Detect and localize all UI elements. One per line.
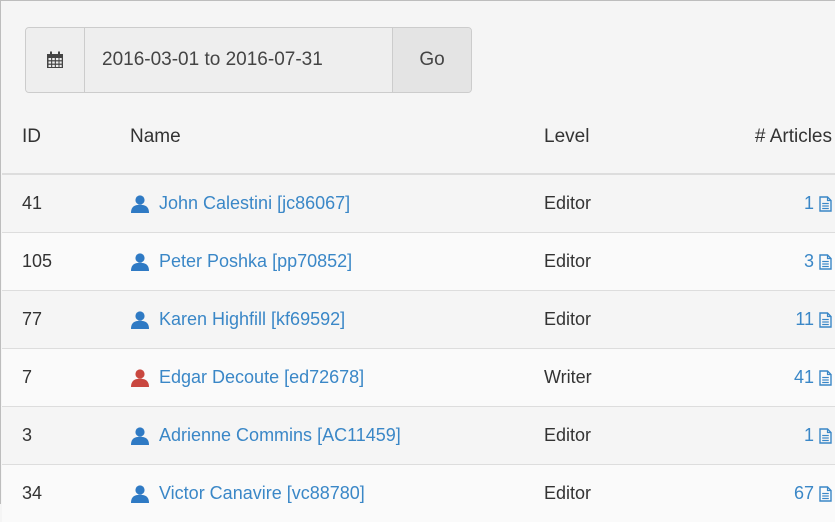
- user-icon: [130, 253, 152, 271]
- header-articles[interactable]: # Articles: [715, 101, 835, 174]
- cell-articles: 1: [715, 174, 835, 233]
- user-link[interactable]: John Calestini [jc86067]: [159, 193, 350, 214]
- cell-id: 7: [2, 349, 108, 407]
- cell-articles: 41: [715, 349, 835, 407]
- cell-level: Writer: [536, 349, 715, 407]
- cell-level: Editor: [536, 465, 715, 522]
- user-icon: [130, 195, 152, 213]
- cell-id: 77: [2, 291, 108, 349]
- document-icon[interactable]: [819, 254, 832, 270]
- cell-name: Karen Highfill [kf69592]: [108, 291, 536, 349]
- cell-articles: 11: [715, 291, 835, 349]
- header-id[interactable]: ID: [2, 101, 108, 174]
- user-link[interactable]: Karen Highfill [kf69592]: [159, 309, 345, 330]
- date-range-filter: 2016-03-01 to 2016-07-31 Go: [25, 27, 472, 93]
- cell-level: Editor: [536, 174, 715, 233]
- user-icon: [130, 485, 152, 503]
- cell-name: Peter Poshka [pp70852]: [108, 233, 536, 291]
- table-row: 34 Victor Canavire [vc88780] Editor 67: [2, 465, 835, 522]
- cell-name: Edgar Decoute [ed72678]: [108, 349, 536, 407]
- cell-id: 105: [2, 233, 108, 291]
- cell-name: Adrienne Commins [AC11459]: [108, 407, 536, 465]
- table-row: 105 Peter Poshka [pp70852] Editor 3: [2, 233, 835, 291]
- cell-id: 34: [2, 465, 108, 522]
- cell-name: Victor Canavire [vc88780]: [108, 465, 536, 522]
- header-name[interactable]: Name: [108, 101, 536, 174]
- user-icon: [130, 369, 152, 387]
- table-header-row: ID Name Level # Articles: [2, 101, 835, 174]
- content-panel: 2016-03-01 to 2016-07-31 Go ID Name Leve…: [0, 0, 835, 504]
- cell-id: 41: [2, 174, 108, 233]
- user-icon: [130, 427, 152, 445]
- users-table: ID Name Level # Articles 41 John Calestin…: [2, 101, 835, 522]
- articles-count-link[interactable]: 67: [794, 483, 814, 504]
- document-icon[interactable]: [819, 486, 832, 502]
- date-range-input[interactable]: 2016-03-01 to 2016-07-31: [85, 28, 393, 92]
- user-link[interactable]: Edgar Decoute [ed72678]: [159, 367, 364, 388]
- cell-articles: 67: [715, 465, 835, 522]
- user-link[interactable]: Victor Canavire [vc88780]: [159, 483, 365, 504]
- cell-id: 3: [2, 407, 108, 465]
- table-row: 41 John Calestini [jc86067] Editor 1: [2, 174, 835, 233]
- table-row: 7 Edgar Decoute [ed72678] Writer 41: [2, 349, 835, 407]
- user-link[interactable]: Peter Poshka [pp70852]: [159, 251, 352, 272]
- table-row: 3 Adrienne Commins [AC11459] Editor 1: [2, 407, 835, 465]
- cell-level: Editor: [536, 291, 715, 349]
- document-icon[interactable]: [819, 370, 832, 386]
- cell-articles: 1: [715, 407, 835, 465]
- articles-count-link[interactable]: 1: [804, 425, 814, 446]
- user-icon: [130, 311, 152, 329]
- articles-count-link[interactable]: 41: [794, 367, 814, 388]
- articles-count-link[interactable]: 11: [795, 309, 814, 330]
- cell-level: Editor: [536, 407, 715, 465]
- articles-count-link[interactable]: 3: [804, 251, 814, 272]
- document-icon[interactable]: [819, 428, 832, 444]
- go-button[interactable]: Go: [393, 28, 471, 92]
- user-link[interactable]: Adrienne Commins [AC11459]: [159, 425, 401, 446]
- cell-level: Editor: [536, 233, 715, 291]
- table-row: 77 Karen Highfill [kf69592] Editor 11: [2, 291, 835, 349]
- cell-name: John Calestini [jc86067]: [108, 174, 536, 233]
- cell-articles: 3: [715, 233, 835, 291]
- articles-count-link[interactable]: 1: [804, 193, 814, 214]
- document-icon[interactable]: [819, 312, 832, 328]
- header-level[interactable]: Level: [536, 101, 715, 174]
- calendar-icon[interactable]: [26, 28, 85, 92]
- document-icon[interactable]: [819, 196, 832, 212]
